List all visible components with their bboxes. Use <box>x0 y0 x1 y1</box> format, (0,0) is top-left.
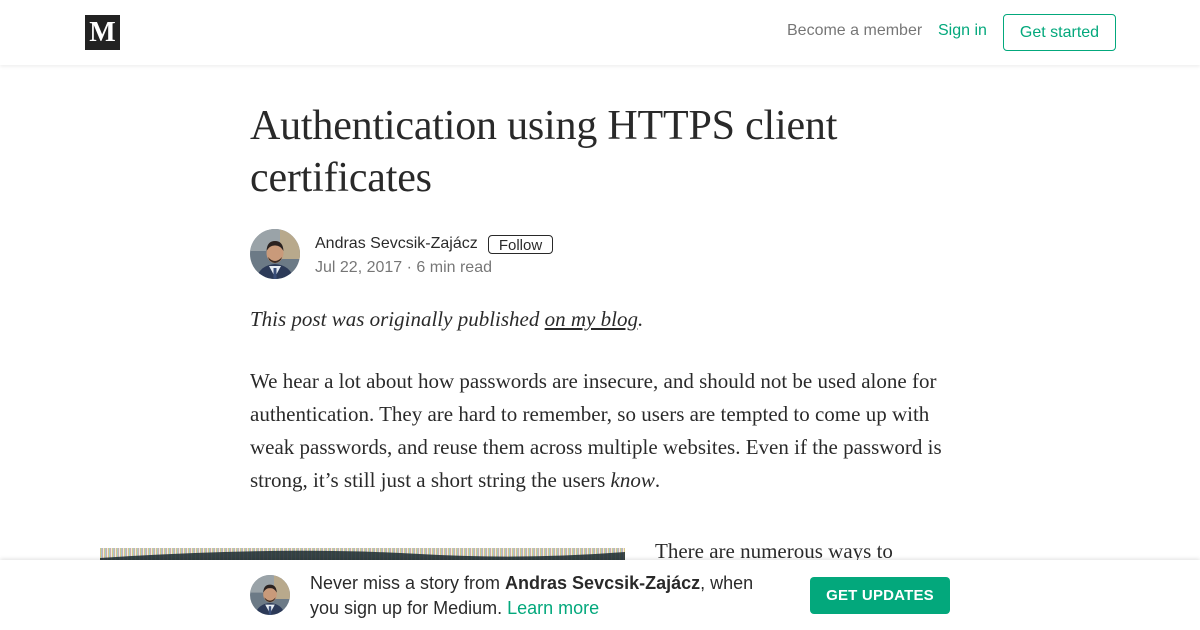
paragraph-emphasis: know <box>610 468 655 492</box>
top-navigation-bar: M Become a member Sign in Get started <box>0 0 1200 65</box>
banner-author-avatar <box>250 575 290 615</box>
follow-button[interactable]: Follow <box>488 235 553 254</box>
author-avatar[interactable] <box>250 229 300 279</box>
meta-separator: · <box>402 259 417 276</box>
medium-logo[interactable]: M <box>85 15 120 50</box>
get-updates-button[interactable]: GET UPDATES <box>810 577 950 614</box>
author-name-link[interactable]: Andras Sevcsik-Zajácz <box>315 235 478 253</box>
learn-more-link[interactable]: Learn more <box>507 598 599 618</box>
original-blog-link[interactable]: on my blog <box>545 307 638 331</box>
article-meta: Jul 22, 2017 · 6 min read <box>315 259 492 277</box>
sign-in-link[interactable]: Sign in <box>938 22 987 40</box>
get-started-button[interactable]: Get started <box>1003 14 1116 51</box>
banner-message: Never miss a story from Andras Sevcsik-Z… <box>310 571 780 621</box>
intro-prefix: This post was originally published <box>250 307 545 331</box>
paragraph-text: We hear a lot about how passwords are in… <box>250 369 942 492</box>
signup-banner: Never miss a story from Andras Sevcsik-Z… <box>0 560 1200 630</box>
body-paragraph: We hear a lot about how passwords are in… <box>250 365 950 497</box>
intro-suffix: . <box>637 307 644 331</box>
banner-author-name: Andras Sevcsik-Zajácz <box>505 573 701 593</box>
article-title: Authentication using HTTPS client certif… <box>250 103 838 201</box>
intro-note: This post was originally published on my… <box>250 305 950 333</box>
paragraph-end: . <box>654 468 661 492</box>
become-member-link[interactable]: Become a member <box>787 22 922 40</box>
banner-prefix: Never miss a story from <box>310 573 506 593</box>
read-time: 6 min read <box>416 259 492 276</box>
publish-date: Jul 22, 2017 <box>315 259 403 276</box>
